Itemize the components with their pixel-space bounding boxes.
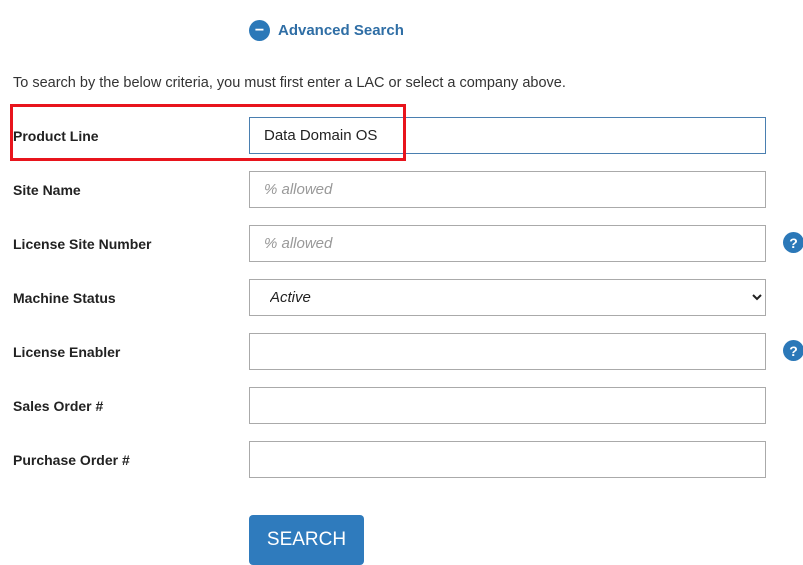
license-enabler-label: License Enabler xyxy=(13,344,121,360)
site-name-label: Site Name xyxy=(13,182,81,198)
site-name-input[interactable] xyxy=(249,171,766,208)
product-line-row: Product Line xyxy=(0,117,803,155)
machine-status-row: Machine Status Active xyxy=(0,279,803,317)
help-icon[interactable]: ? xyxy=(783,340,803,361)
site-name-row: Site Name xyxy=(0,171,803,209)
purchase-order-label: Purchase Order # xyxy=(13,452,130,468)
help-icon[interactable]: ? xyxy=(783,232,803,253)
advanced-search-toggle[interactable]: − Advanced Search xyxy=(249,20,404,41)
license-enabler-input[interactable] xyxy=(249,333,766,370)
purchase-order-row: Purchase Order # xyxy=(0,441,803,479)
license-enabler-row: License Enabler ? xyxy=(0,333,803,371)
machine-status-select[interactable]: Active xyxy=(249,279,766,316)
search-button[interactable]: SEARCH xyxy=(249,515,364,565)
sales-order-label: Sales Order # xyxy=(13,398,104,414)
instructions-text: To search by the below criteria, you mus… xyxy=(13,75,566,91)
sales-order-input[interactable] xyxy=(249,387,766,424)
product-line-label: Product Line xyxy=(13,128,99,144)
license-site-number-row: License Site Number ? xyxy=(0,225,803,263)
license-site-number-input[interactable] xyxy=(249,225,766,262)
product-line-input[interactable] xyxy=(249,117,766,154)
advanced-search-label: Advanced Search xyxy=(278,22,404,39)
sales-order-row: Sales Order # xyxy=(0,387,803,425)
purchase-order-input[interactable] xyxy=(249,441,766,478)
minus-circle-icon: − xyxy=(249,20,270,41)
license-site-number-label: License Site Number xyxy=(13,236,152,252)
machine-status-label: Machine Status xyxy=(13,290,116,306)
